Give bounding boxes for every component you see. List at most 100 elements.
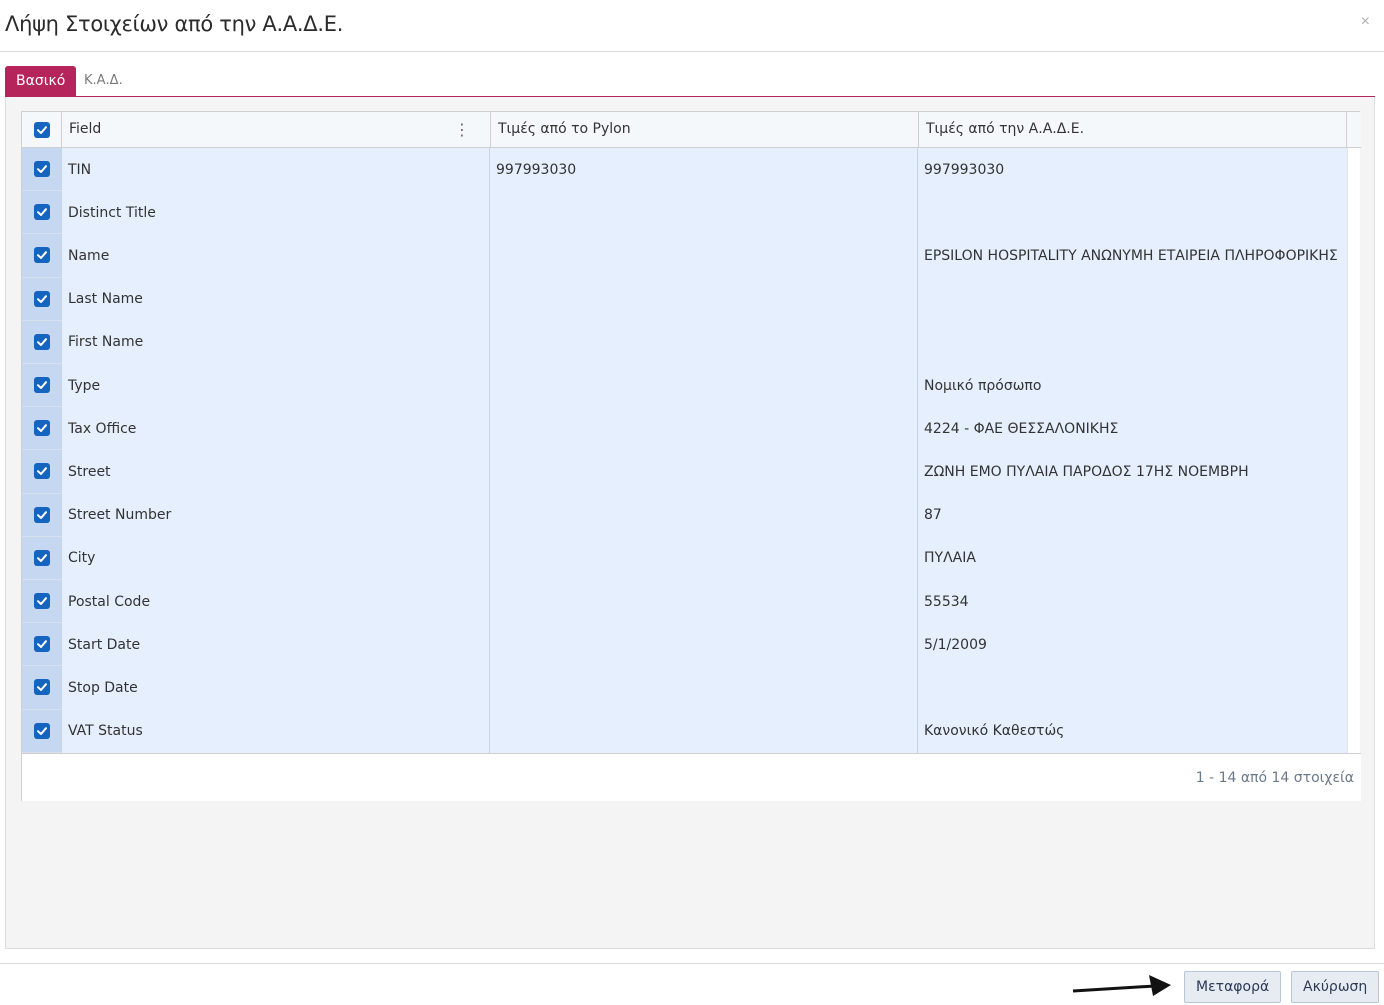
pylon-value-cell <box>490 277 918 321</box>
pylon-value-cell <box>490 709 918 753</box>
field-cell: City <box>62 536 490 580</box>
column-header-pylon-label: Τιμές από το Pylon <box>498 121 631 137</box>
pylon-value-cell <box>490 623 918 667</box>
dialog-title: Λήψη Στοιχείων από την Α.Α.Δ.Ε. <box>5 12 344 36</box>
check-icon <box>36 424 47 433</box>
row-checkbox[interactable] <box>33 161 50 178</box>
aade-value-cell: Κανονικό Καθεστώς <box>924 723 1065 740</box>
check-icon <box>36 726 47 735</box>
row-checkbox[interactable] <box>33 722 50 739</box>
pylon-value-cell <box>490 234 918 278</box>
aade-value-cell: ΖΩΝΗ ΕΜΟ ΠΥΛΑΙΑ ΠΑΡΟΔΟΣ 17ΗΣ ΝΟΕΜΒΡΗ <box>924 463 1249 480</box>
table-row[interactable]: City ΠΥΛΑΙΑ <box>22 536 1347 580</box>
row-checkbox[interactable] <box>33 247 50 264</box>
field-cell: Tax Office <box>62 407 490 451</box>
field-cell: Postal Code <box>62 580 490 624</box>
row-checkbox[interactable] <box>33 204 50 221</box>
check-icon <box>36 208 47 217</box>
check-icon <box>36 251 47 260</box>
check-icon <box>36 554 47 562</box>
grid-header: Field ⋮ Τιμές από το Pylon Τιμές από την… <box>22 112 1361 148</box>
grid-footer: 1 - 14 από 14 στοιχεία <box>22 753 1361 801</box>
grid-rows: TIN 997993030 997993030 Distinct Title Name E… <box>22 148 1347 753</box>
row-checkbox[interactable] <box>33 290 50 307</box>
transfer-button[interactable]: Μεταφορά <box>1184 971 1282 1003</box>
row-select-cell <box>22 191 62 235</box>
field-cell: Street <box>62 450 490 494</box>
aade-value-cell: 55534 <box>924 593 969 610</box>
row-select-cell <box>22 623 62 667</box>
data-grid: Field ⋮ Τιμές από το Pylon Τιμές από την… <box>21 111 1361 801</box>
pager-info: 1 - 14 από 14 στοιχεία <box>1195 770 1354 786</box>
tab-basic[interactable]: Βασικό <box>5 66 77 97</box>
row-checkbox[interactable] <box>33 420 50 437</box>
row-select-cell <box>22 709 62 753</box>
table-row[interactable]: Street ΖΩΝΗ ΕΜΟ ΠΥΛΑΙΑ ΠΑΡΟΔΟΣ 17ΗΣ ΝΟΕΜΒ… <box>22 450 1347 494</box>
table-row[interactable]: TIN 997993030 997993030 <box>22 148 1347 192</box>
field-cell: Distinct Title <box>62 191 490 235</box>
cancel-button[interactable]: Ακύρωση <box>1291 971 1380 1003</box>
table-row[interactable]: Stop Date <box>22 666 1347 710</box>
grid-scrollbar[interactable] <box>1347 148 1360 753</box>
table-row[interactable]: Postal Code 55534 <box>22 580 1347 624</box>
close-icon[interactable]: × <box>1361 14 1370 30</box>
row-checkbox[interactable] <box>33 506 50 523</box>
field-cell: Stop Date <box>62 666 490 710</box>
check-icon <box>36 640 47 649</box>
table-row[interactable]: Last Name <box>22 277 1347 321</box>
check-icon <box>37 126 47 134</box>
dialog-footer: Μεταφορά Ακύρωση <box>0 963 1384 1005</box>
column-header-aade-label: Τιμές από την Α.Α.Δ.Ε. <box>926 121 1085 137</box>
row-checkbox[interactable] <box>33 377 50 394</box>
table-row[interactable]: Start Date 5/1/2009 <box>22 623 1347 667</box>
field-cell: Start Date <box>62 623 490 667</box>
table-row[interactable]: VAT Status Κανονικό Καθεστώς <box>22 709 1347 753</box>
field-cell: Type <box>62 364 490 408</box>
row-select-cell <box>22 493 62 537</box>
row-checkbox[interactable] <box>33 463 50 480</box>
dialog-header: Λήψη Στοιχείων από την Α.Α.Δ.Ε. × <box>0 0 1384 52</box>
pylon-value-cell <box>490 666 918 710</box>
check-icon <box>36 165 47 174</box>
field-cell: VAT Status <box>62 709 490 753</box>
row-select-cell <box>22 407 62 451</box>
check-icon <box>36 683 47 692</box>
pylon-value-cell: 997993030 <box>490 148 918 192</box>
row-select-cell <box>22 148 62 192</box>
field-cell: TIN <box>62 148 490 192</box>
table-row[interactable]: Type Νομικό πρόσωπο <box>22 364 1347 408</box>
tab-strip: Βασικό Κ.Α.Δ. <box>5 66 1375 97</box>
row-checkbox[interactable] <box>33 549 50 566</box>
aade-value-cell <box>918 191 1347 234</box>
dialog-body: Βασικό Κ.Α.Δ. Field ⋮ Τιμές από το Pylon <box>5 63 1375 949</box>
aade-value-cell: Νομικό πρόσωπο <box>924 377 1042 394</box>
header-select-all-cell <box>22 112 62 147</box>
aade-value-cell: 87 <box>924 507 942 524</box>
arrow-annotation-icon <box>1072 975 1171 996</box>
table-row[interactable]: Tax Office 4224 - ΦΑΕ ΘΕΣΣΑΛΟΝΙΚΗΣ <box>22 407 1347 451</box>
pylon-value-cell <box>490 407 918 451</box>
check-icon <box>36 294 47 303</box>
column-header-pylon[interactable]: Τιμές από το Pylon <box>491 112 919 147</box>
row-select-cell <box>22 450 62 494</box>
row-select-cell <box>22 536 62 580</box>
column-header-field-label: Field <box>69 121 102 137</box>
table-row[interactable]: Street Number 87 <box>22 493 1347 537</box>
table-row[interactable]: Name EPSILON HOSPITALITY ΑΝΩΝΥΜΗ ΕΤΑΙΡΕΙΑ… <box>22 234 1347 278</box>
column-menu-icon[interactable]: ⋮ <box>454 112 470 147</box>
table-row[interactable]: Distinct Title <box>22 191 1347 235</box>
tab-kad[interactable]: Κ.Α.Δ. <box>73 66 134 97</box>
row-checkbox[interactable] <box>33 593 50 610</box>
table-row[interactable]: First Name <box>22 320 1347 364</box>
column-header-aade[interactable]: Τιμές από την Α.Α.Δ.Ε. <box>919 112 1347 147</box>
aade-value-cell: EPSILON HOSPITALITY ΑΝΩΝΥΜΗ ΕΤΑΙΡΕΙΑ ΠΛΗ… <box>924 247 1338 264</box>
row-checkbox[interactable] <box>33 636 50 653</box>
row-select-cell <box>22 234 62 278</box>
pylon-value-cell <box>490 364 918 408</box>
pylon-value-cell <box>490 450 918 494</box>
select-all-checkbox[interactable] <box>34 122 50 138</box>
row-checkbox[interactable] <box>33 333 50 350</box>
row-checkbox[interactable] <box>33 679 50 696</box>
pylon-value-cell <box>490 493 918 537</box>
column-header-field[interactable]: Field ⋮ <box>62 112 491 147</box>
